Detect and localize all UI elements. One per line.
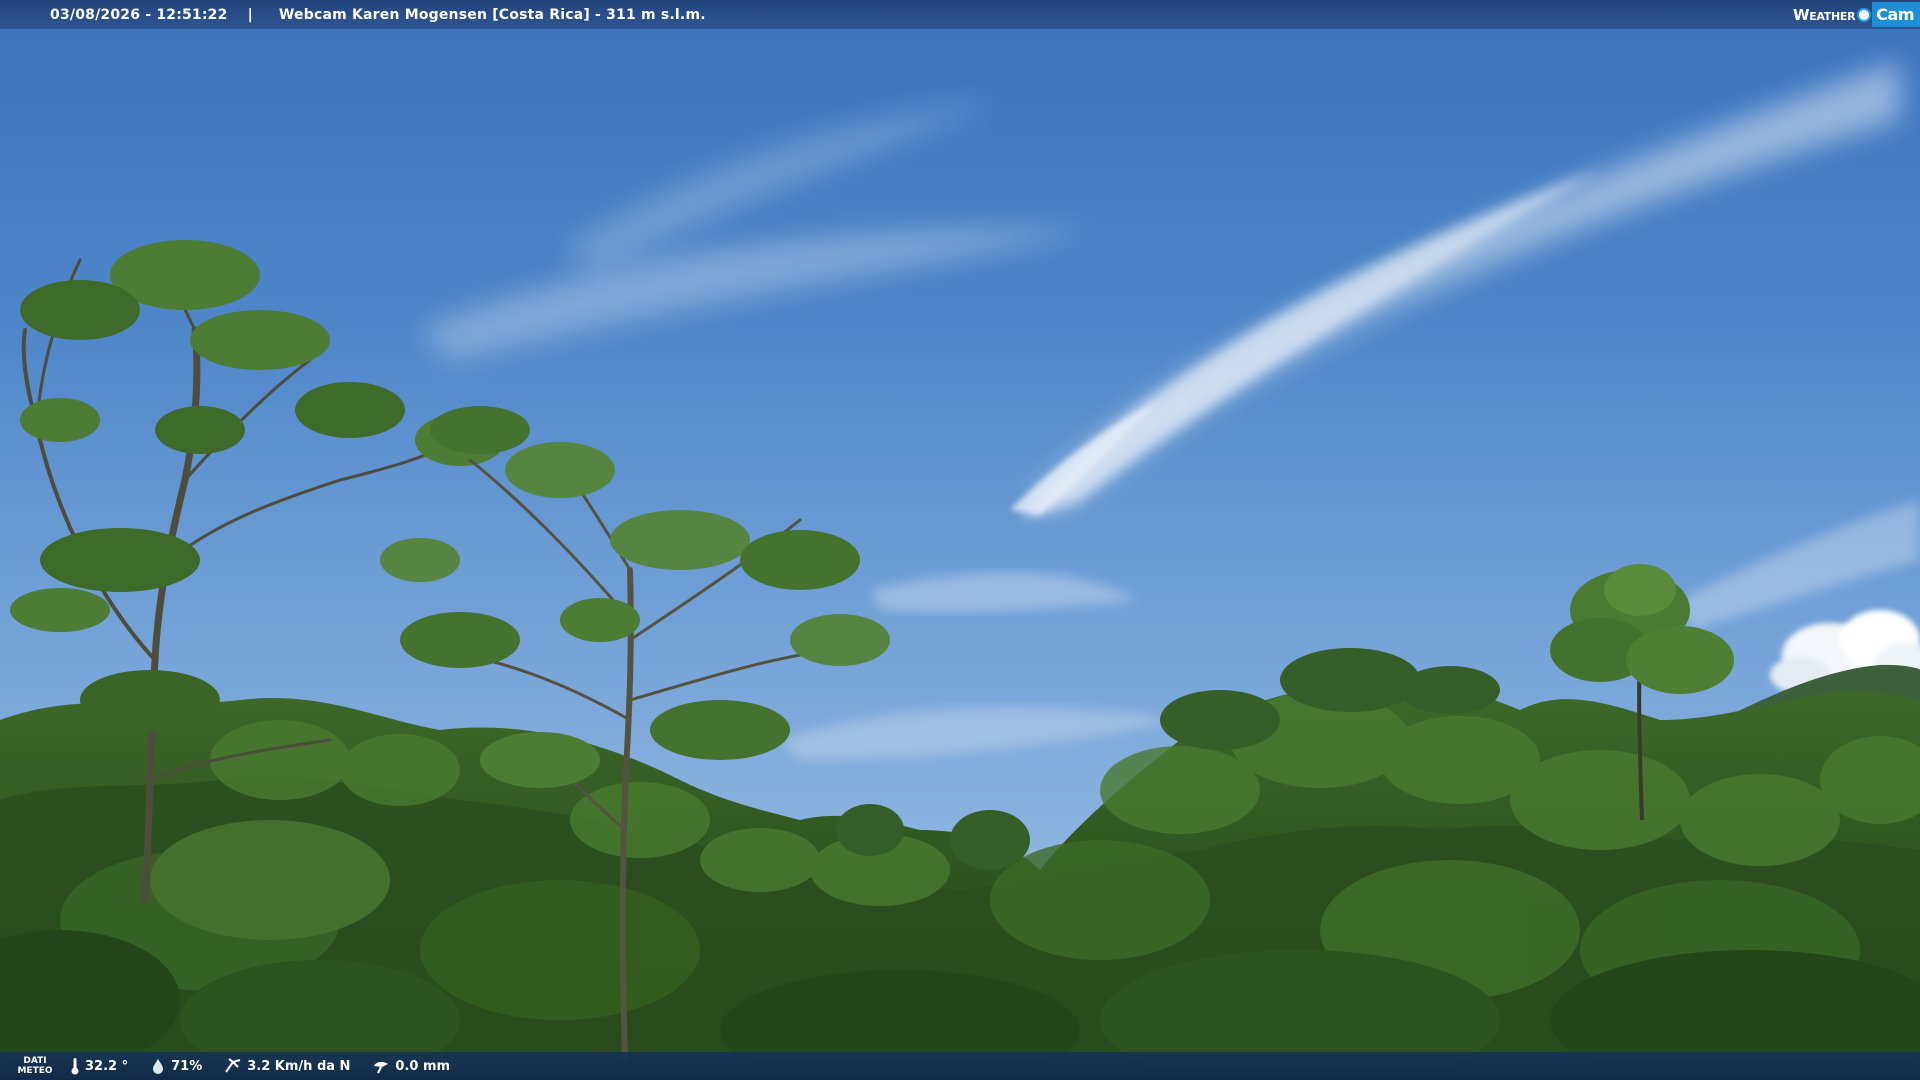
webcam-frame: 03/08/2026 - 12:51:22 | Webcam Karen Mog… [0, 0, 1920, 1080]
brand-weather-text: Weather [1792, 5, 1856, 24]
brand-cam-text: Cam [1872, 2, 1920, 27]
rain-value: 0.0 mm [395, 1058, 451, 1074]
title-separator: | [247, 6, 253, 23]
humidity-metric: 71% [150, 1058, 202, 1074]
wind-metric: 3.2 Km/h da N [224, 1058, 350, 1074]
rain-metric: 0.0 mm [372, 1058, 450, 1074]
top-overlay-bar: 03/08/2026 - 12:51:22 | Webcam Karen Mog… [0, 0, 1920, 29]
rain-gauge-icon [374, 1061, 389, 1074]
wind-icon [225, 1058, 241, 1073]
humidity-value: 71% [171, 1058, 203, 1074]
temperature-value: 32.2 ° [85, 1058, 129, 1074]
thermometer-icon [71, 1058, 79, 1075]
dati-label-line2: METEO [17, 1066, 53, 1076]
wind-value: 3.2 Km/h da N [247, 1058, 351, 1074]
weathercam-logo: Weather Cam [1793, 0, 1920, 29]
webcam-title: Webcam Karen Mogensen [Costa Rica] - 311… [278, 6, 706, 23]
dati-meteo-label: DATI METEO [0, 1056, 70, 1076]
landscape-scene [0, 60, 1920, 1080]
weather-data-bar: DATI METEO 32.2 ° 71% 3.2 Km/h da N 0.0 … [0, 1052, 1920, 1080]
brand-dot-icon [1857, 7, 1872, 22]
humidity-drop-icon [153, 1059, 164, 1074]
dati-label-line1: DATI [23, 1056, 47, 1066]
timestamp: 03/08/2026 - 12:51:22 [50, 6, 228, 23]
temperature-metric: 32.2 ° [70, 1057, 128, 1075]
